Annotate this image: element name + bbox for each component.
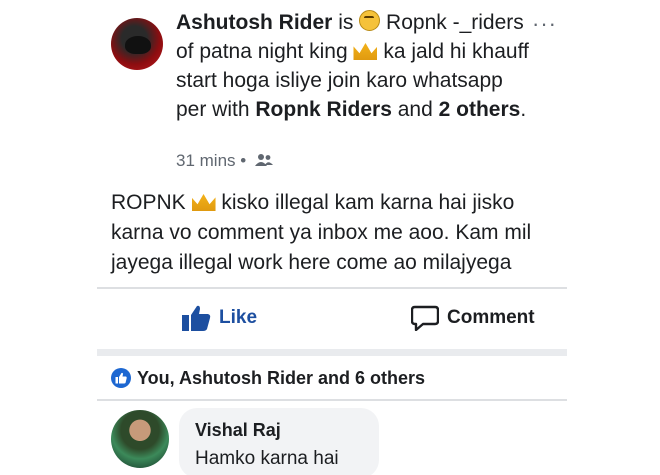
commenter-name[interactable]: Vishal Raj — [195, 420, 281, 441]
post-header-text: Ashutosh Rider is Ropnk -_riders of patn… — [176, 8, 531, 124]
post-header: Ashutosh Rider is Ropnk -_riders of patn… — [97, 0, 567, 178]
author-name[interactable]: Ashutosh Rider — [176, 11, 332, 34]
more-options-icon[interactable]: ··· — [532, 13, 557, 35]
comment-text: Hamko karna hai — [195, 448, 339, 469]
post-meta: 31 mins • — [176, 150, 273, 172]
like-label: Like — [219, 307, 258, 328]
feeling-text-1: Ropnk -_riders — [386, 11, 524, 34]
comment-button[interactable]: Comment — [411, 301, 535, 335]
tagged-person[interactable]: Ropnk Riders — [255, 98, 392, 121]
comment-bubble: Vishal Raj Hamko karna hai — [179, 408, 379, 475]
friends-privacy-icon[interactable] — [254, 153, 273, 167]
feeling-text-2: of patna night king — [176, 40, 348, 63]
meta-dot: • — [240, 151, 247, 170]
post-time[interactable]: 31 mins — [176, 151, 236, 170]
section-divider — [97, 349, 567, 356]
post-card: Ashutosh Rider is Ropnk -_riders of patn… — [97, 0, 567, 475]
post-body-tag: ROPNK — [111, 191, 186, 214]
header-period: . — [520, 98, 527, 121]
and-word: and — [397, 98, 433, 121]
crown-emoji-icon — [353, 43, 378, 60]
reactions-text: You, Ashutosh Rider and 6 others — [137, 367, 426, 388]
reactions-summary[interactable]: You, Ashutosh Rider and 6 others — [111, 365, 425, 391]
commenter-avatar[interactable] — [111, 410, 169, 468]
post-actions: Like Comment — [97, 289, 567, 347]
like-button[interactable]: Like — [181, 301, 257, 335]
like-reaction-icon — [111, 368, 131, 388]
comment-bubble-icon — [411, 305, 439, 331]
feeling-emoji-icon — [359, 10, 381, 31]
divider — [97, 399, 567, 401]
crown-emoji-icon — [191, 194, 216, 211]
is-word: is — [338, 11, 354, 34]
tagged-others[interactable]: 2 others — [439, 98, 521, 121]
post-body: ROPNK kisko illegal kam karna hai jisko … — [111, 188, 561, 278]
comment-label: Comment — [447, 307, 535, 328]
author-avatar[interactable] — [111, 18, 163, 70]
thumbs-up-icon — [182, 305, 211, 331]
